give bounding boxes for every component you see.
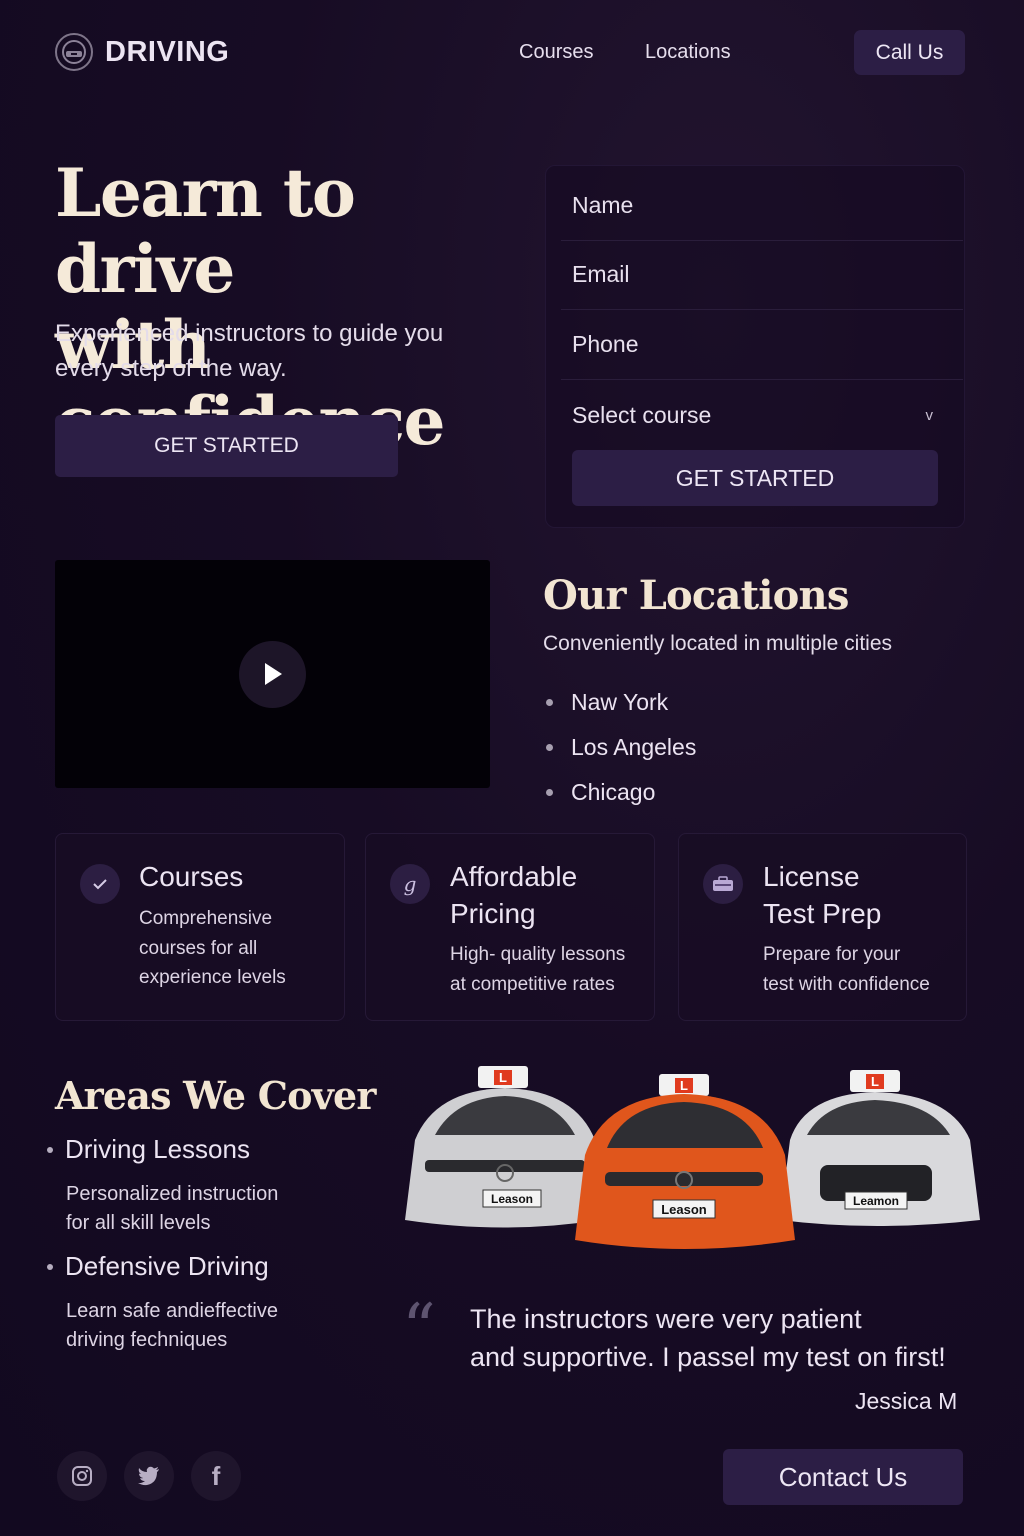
car-center: L Leason: [575, 1074, 795, 1249]
signup-form: Name Email Phone Select course v GET STA…: [545, 165, 965, 528]
bullet-icon: [546, 789, 553, 796]
hero-title-line1: Learn to drive: [55, 154, 356, 308]
hero-subtitle: Experienced instructors to guide you eve…: [55, 320, 444, 382]
feature-text: High- quality lessons at competitive rat…: [450, 940, 625, 999]
form-get-started-button[interactable]: GET STARTED: [572, 450, 938, 506]
svg-text:Leason: Leason: [661, 1202, 707, 1217]
video-player[interactable]: [55, 560, 490, 788]
locations-title: Our Locations: [543, 572, 849, 619]
svg-text:Leamon: Leamon: [853, 1194, 899, 1208]
quote-line: The instructors were very patient: [470, 1304, 862, 1334]
areas-title: Areas We Cover: [55, 1073, 376, 1118]
car-left: L Leason: [405, 1066, 600, 1228]
email-field[interactable]: Email: [561, 240, 963, 310]
area-desc: Personalized instruction for all skill l…: [66, 1180, 336, 1238]
play-button[interactable]: [239, 640, 306, 708]
car-right: L Leamon: [780, 1070, 980, 1226]
area-desc-line: for all skill levels: [66, 1212, 211, 1234]
facebook-icon[interactable]: f: [191, 1451, 241, 1501]
feature-card-pricing[interactable]: g Affordable Pricing High- quality lesso…: [365, 833, 655, 1021]
learner-cars-image: L Leason L Leamon L Leason: [405, 1066, 980, 1249]
play-icon: [264, 663, 282, 685]
location-name: Naw York: [571, 689, 669, 715]
feature-text-line: Prepare for your: [763, 944, 901, 965]
brand-name: DRIVING: [105, 35, 230, 68]
contact-us-button[interactable]: Contact Us: [723, 1449, 963, 1505]
bullet-icon: [546, 744, 553, 751]
svg-text:L: L: [680, 1078, 688, 1093]
feature-card-courses[interactable]: Courses Comprehensive courses for all ex…: [55, 833, 345, 1021]
bullet-icon: [546, 699, 553, 706]
location-item[interactable]: Los Angeles: [546, 725, 696, 770]
feature-text-line: High- quality lessons: [450, 944, 626, 965]
location-name: Los Angeles: [571, 734, 697, 760]
name-field[interactable]: Name: [561, 171, 963, 241]
location-name: Chicago: [571, 779, 656, 805]
feature-card-test-prep[interactable]: License Test Prep Prepare for your test …: [678, 833, 967, 1021]
hero-get-started-button[interactable]: GET STARTED: [55, 415, 398, 477]
area-desc-line: driving fechniques: [66, 1329, 228, 1351]
nav-locations[interactable]: Locations: [645, 41, 731, 64]
svg-text:Leason: Leason: [491, 1192, 533, 1206]
feature-text: Comprehensive courses for all experience…: [139, 904, 286, 993]
feature-text: Prepare for your test with confidence: [763, 940, 930, 999]
feature-text-line: experience levels: [139, 967, 286, 988]
svg-text:L: L: [499, 1070, 507, 1085]
area-item-defensive-driving[interactable]: Defensive Driving: [47, 1251, 269, 1282]
feature-title-line: Pricing: [450, 898, 536, 929]
logo[interactable]: DRIVING: [55, 33, 229, 71]
nav-courses[interactable]: Courses: [519, 41, 593, 64]
quote-line: and supportive. I passel my test on firs…: [470, 1342, 946, 1372]
feature-text-line: test with confidence: [763, 973, 930, 995]
course-select[interactable]: Select course v: [561, 380, 963, 450]
area-desc: Learn safe andieffective driving fechniq…: [66, 1297, 336, 1355]
location-item[interactable]: Naw York: [546, 680, 696, 725]
area-item-driving-lessons[interactable]: Driving Lessons: [47, 1134, 250, 1165]
feature-text-line: courses for all: [139, 937, 258, 959]
locations-list: Naw York Los Angeles Chicago: [546, 680, 696, 815]
feature-title-line: Affordable: [450, 861, 578, 892]
hero-title: Learn to drive with confidence: [55, 155, 535, 459]
steering-wheel-icon: [55, 33, 93, 71]
feature-title-line: Test Prep: [763, 898, 882, 929]
bullet-icon: [47, 1263, 53, 1270]
chevron-down-icon: v: [925, 406, 934, 424]
feature-title: License Test Prep: [763, 858, 881, 932]
instagram-icon[interactable]: [57, 1451, 107, 1501]
testimonial-author: Jessica M: [855, 1388, 958, 1414]
svg-text:L: L: [871, 1074, 879, 1089]
area-desc-line: Learn safe andieffective: [66, 1300, 279, 1322]
bullet-icon: [47, 1146, 53, 1153]
area-title: Defensive Driving: [65, 1251, 269, 1281]
check-icon: [80, 864, 120, 904]
quote-icon: “: [402, 1290, 436, 1367]
coin-icon: g: [390, 864, 430, 904]
testimonial-quote: The instructors were very patient and su…: [470, 1300, 980, 1376]
feature-title: Affordable Pricing: [450, 858, 577, 932]
call-us-button[interactable]: Call Us: [854, 30, 965, 75]
feature-text-line: Comprehensive: [139, 908, 273, 929]
area-title: Driving Lessons: [65, 1134, 250, 1164]
area-desc-line: Personalized instruction: [66, 1183, 279, 1205]
phone-field[interactable]: Phone: [561, 310, 963, 380]
feature-text-line: at competitive rates: [450, 973, 615, 995]
course-select-value: Select course: [572, 401, 712, 428]
briefcase-icon: [703, 864, 743, 904]
feature-title: Courses: [139, 861, 244, 892]
location-item[interactable]: Chicago: [546, 770, 696, 815]
twitter-icon[interactable]: [124, 1451, 174, 1501]
feature-title-line: License: [763, 861, 860, 892]
locations-subtitle: Conveniently located in multiple cities: [543, 632, 893, 655]
